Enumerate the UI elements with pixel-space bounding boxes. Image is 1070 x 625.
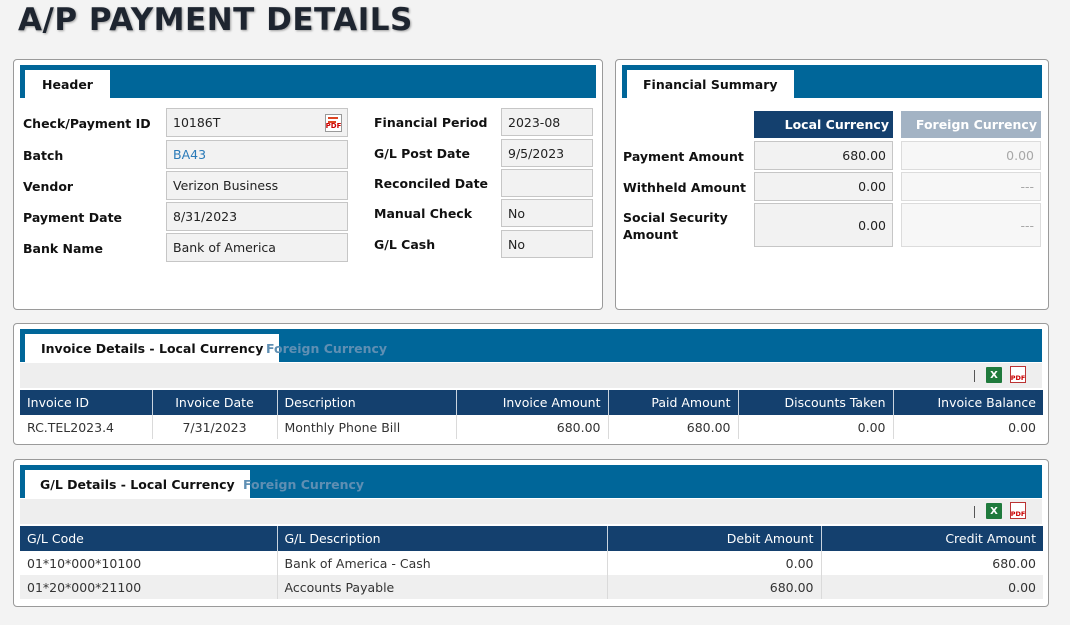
col-invoice-date[interactable]: Invoice Date: [152, 390, 278, 415]
gl-post-date-field: 9/5/2023: [501, 139, 593, 167]
invoice-table: Invoice ID Invoice Date Description Invo…: [20, 390, 1043, 439]
invoice-header-row: Invoice ID Invoice Date Description Invo…: [20, 390, 1043, 415]
payment-amount-local: 680.00: [754, 141, 893, 170]
discounts-taken-cell: 0.00: [738, 415, 894, 439]
pdf-export-icon[interactable]: PDF: [1010, 502, 1026, 519]
social-security-label-line2: Amount: [623, 227, 679, 242]
table-row: 01*10*000*10100 Bank of America - Cash 0…: [20, 551, 1043, 575]
bank-name-label: Bank Name: [23, 241, 103, 256]
financial-period-field: 2023-08: [501, 108, 593, 136]
excel-export-icon[interactable]: X: [986, 367, 1002, 383]
social-security-label: Social Security Amount: [623, 209, 728, 243]
tab-invoice-foreign-currency[interactable]: Foreign Currency: [266, 334, 387, 362]
tab-gl-local-currency[interactable]: G/L Details - Local Currency: [25, 470, 250, 498]
payment-date-field: 8/31/2023: [166, 202, 348, 231]
col-credit-amount[interactable]: Credit Amount: [821, 526, 1043, 551]
local-currency-header: Local Currency: [754, 111, 893, 138]
page-title: A/P PAYMENT DETAILS: [18, 2, 413, 38]
social-security-local: 0.00: [754, 203, 893, 247]
gl-header-row: G/L Code G/L Description Debit Amount Cr…: [20, 526, 1043, 551]
invoice-details-panel: Invoice Details - Local Currency Foreign…: [13, 323, 1049, 445]
debit-amount-cell: 0.00: [607, 551, 822, 575]
credit-amount-cell: 0.00: [821, 575, 1043, 599]
tab-financial-summary[interactable]: Financial Summary: [627, 70, 794, 98]
col-invoice-amount[interactable]: Invoice Amount: [456, 390, 609, 415]
col-gl-code[interactable]: G/L Code: [20, 526, 278, 551]
manual-check-label: Manual Check: [374, 206, 473, 221]
gl-toolbar: X PDF: [20, 499, 1042, 524]
batch-label: Batch: [23, 148, 64, 163]
paid-amount-cell: 680.00: [608, 415, 739, 439]
gl-cash-label: G/L Cash: [374, 237, 436, 252]
gl-post-date-label: G/L Post Date: [374, 146, 470, 161]
col-paid-amount[interactable]: Paid Amount: [608, 390, 739, 415]
check-payment-id-value: 10186T: [173, 115, 221, 130]
financial-period-label: Financial Period: [374, 115, 488, 130]
invoice-details-tab-bar: Invoice Details - Local Currency Foreign…: [20, 329, 1042, 362]
manual-check-field: No: [501, 199, 593, 227]
reconciled-date-label: Reconciled Date: [374, 176, 489, 191]
financial-summary-panel: Financial Summary Local Currency Foreign…: [615, 59, 1049, 310]
gl-description-cell: Bank of America - Cash: [277, 551, 608, 575]
batch-link[interactable]: BA43: [166, 140, 348, 169]
pdf-export-icon[interactable]: PDF: [1010, 366, 1026, 383]
withheld-amount-label: Withheld Amount: [623, 180, 746, 195]
table-row: RC.TEL2023.4 7/31/2023 Monthly Phone Bil…: [20, 415, 1043, 439]
tab-invoice-local-currency[interactable]: Invoice Details - Local Currency: [25, 334, 280, 362]
credit-amount-cell: 680.00: [992, 555, 1036, 571]
gl-table: G/L Code G/L Description Debit Amount Cr…: [20, 526, 1043, 599]
col-invoice-balance[interactable]: Invoice Balance: [893, 390, 1043, 415]
col-invoice-id[interactable]: Invoice ID: [20, 390, 153, 415]
social-security-foreign: ---: [901, 203, 1041, 247]
gl-cash-field: No: [501, 230, 593, 258]
toolbar-separator: [974, 506, 975, 518]
description-cell: Monthly Phone Bill: [277, 415, 457, 439]
check-payment-id-field: 10186T PDF: [166, 108, 348, 137]
invoice-toolbar: X PDF: [20, 363, 1042, 388]
col-discounts-taken[interactable]: Discounts Taken: [738, 390, 894, 415]
excel-export-icon[interactable]: X: [986, 503, 1002, 519]
vendor-label: Vendor: [23, 179, 74, 194]
gl-code-cell: 01*20*000*21100: [20, 575, 278, 599]
invoice-id-link[interactable]: RC.TEL2023.4: [20, 415, 153, 439]
gl-details-panel: G/L Details - Local Currency Foreign Cur…: [13, 459, 1049, 607]
payment-amount-foreign: 0.00: [901, 141, 1041, 170]
toolbar-separator: [974, 370, 975, 382]
tab-header[interactable]: Header: [25, 70, 110, 98]
reconciled-date-field: [501, 169, 593, 197]
invoice-amount-cell: 680.00: [456, 415, 609, 439]
payment-date-label: Payment Date: [23, 210, 123, 225]
debit-amount-cell: 680.00: [607, 575, 822, 599]
withheld-amount-foreign: ---: [901, 172, 1041, 201]
financial-summary-tab-bar: Financial Summary: [622, 65, 1042, 98]
pdf-icon[interactable]: PDF: [325, 114, 342, 132]
social-security-label-line1: Social Security: [623, 210, 728, 225]
foreign-currency-header: Foreign Currency: [901, 111, 1041, 138]
invoice-date-cell: 7/31/2023: [152, 415, 278, 439]
col-description[interactable]: Description: [277, 390, 457, 415]
table-row: 01*20*000*21100 Accounts Payable 680.00 …: [20, 575, 1043, 599]
invoice-balance-cell: 0.00: [1008, 419, 1036, 435]
gl-details-tab-bar: G/L Details - Local Currency Foreign Cur…: [20, 465, 1042, 498]
withheld-amount-local: 0.00: [754, 172, 893, 201]
tab-gl-foreign-currency[interactable]: Foreign Currency: [243, 470, 364, 498]
col-gl-description[interactable]: G/L Description: [277, 526, 608, 551]
bank-name-field: Bank of America: [166, 233, 348, 262]
payment-amount-label: Payment Amount: [623, 149, 744, 164]
header-tab-bar: Header: [20, 65, 596, 98]
gl-description-cell: Accounts Payable: [277, 575, 608, 599]
col-debit-amount[interactable]: Debit Amount: [607, 526, 822, 551]
gl-code-cell: 01*10*000*10100: [20, 551, 278, 575]
header-panel: Header Check/Payment ID 10186T PDF Batch…: [13, 59, 603, 310]
vendor-field: Verizon Business: [166, 171, 348, 200]
check-payment-id-label: Check/Payment ID: [23, 116, 151, 131]
